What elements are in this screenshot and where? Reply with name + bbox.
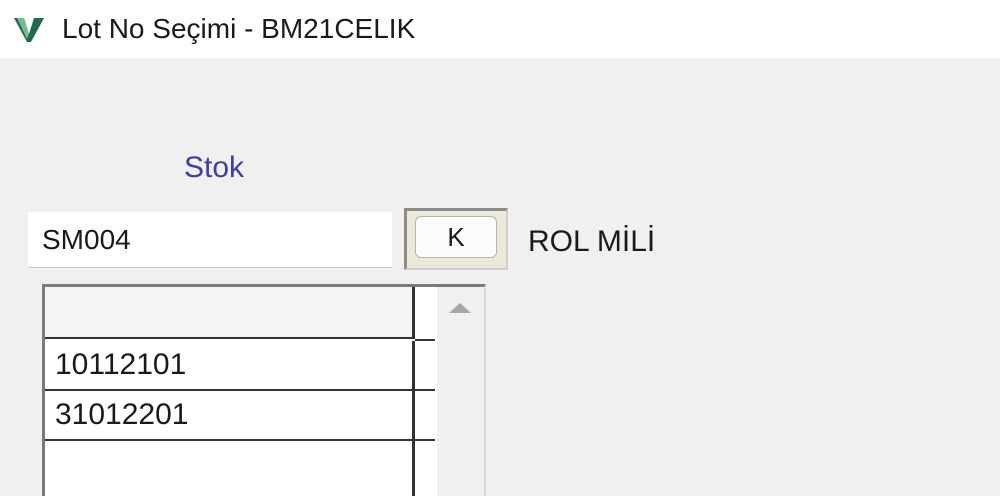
grid-header bbox=[45, 287, 415, 339]
row-divider bbox=[415, 439, 435, 441]
k-button[interactable]: K bbox=[415, 216, 497, 258]
lot-grid[interactable]: 10112101 31012201 bbox=[42, 284, 486, 496]
window-title: Lot No Seçimi - BM21CELIK bbox=[62, 13, 416, 44]
form-panel: Stok K ROL MİLİ 10112101 31012201 bbox=[0, 58, 1000, 496]
grid-header-divider bbox=[415, 339, 435, 341]
stok-code-input[interactable] bbox=[28, 212, 392, 268]
stok-label: Stok bbox=[184, 151, 245, 184]
table-row[interactable]: 31012201 bbox=[45, 391, 415, 441]
vertical-scrollbar[interactable] bbox=[437, 287, 484, 496]
title-bar: Lot No Seçimi - BM21CELIK bbox=[0, 0, 1000, 58]
v-logo-icon bbox=[14, 18, 44, 42]
table-row[interactable]: 10112101 bbox=[45, 341, 415, 391]
stok-description: ROL MİLİ bbox=[528, 225, 656, 258]
k-button-frame: K bbox=[404, 208, 508, 270]
row-divider bbox=[415, 389, 435, 391]
scroll-up-arrow-icon[interactable] bbox=[449, 303, 471, 313]
grid-empty-area bbox=[45, 441, 415, 496]
